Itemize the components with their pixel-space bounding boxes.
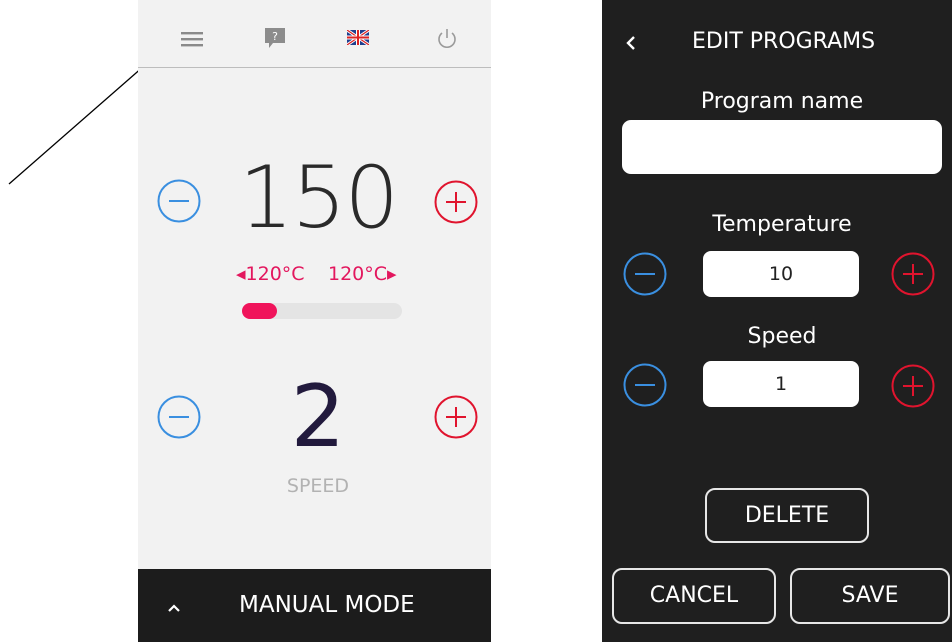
temperature-value: 150 (238, 148, 399, 248)
program-name-label: Program name (700, 89, 864, 114)
temperature-min-label: ◂120°C (236, 263, 305, 285)
delete-button[interactable]: DELETE (705, 488, 869, 543)
temperature-field[interactable]: 10 (703, 251, 859, 297)
program-name-field[interactable] (622, 120, 942, 174)
speed-plus-button[interactable] (434, 395, 478, 439)
chevron-up-icon[interactable] (166, 599, 182, 612)
temperature-plus-button[interactable] (434, 180, 478, 224)
temperature-max-label: 120°C▸ (328, 263, 397, 285)
manual-mode-screen: ? 150 ◂120°C 120°C▸ 2 SPEED MANUAL MODE (138, 0, 491, 642)
speed-plus-button[interactable] (891, 364, 935, 408)
edit-programs-screen: EDIT PROGRAMS Program name Temperature 1… (602, 0, 952, 642)
speed-label: Speed (747, 324, 817, 349)
power-icon[interactable] (436, 27, 458, 49)
uk-flag-icon[interactable] (346, 28, 370, 47)
temperature-label: Temperature (712, 212, 852, 237)
speed-label: SPEED (286, 475, 350, 497)
temperature-plus-button[interactable] (891, 252, 935, 296)
speed-minus-button[interactable] (157, 395, 201, 439)
speed-field[interactable]: 1 (703, 361, 859, 407)
back-chevron-icon[interactable] (624, 34, 638, 52)
temperature-minus-button[interactable] (623, 252, 667, 296)
mode-label: MANUAL MODE (239, 592, 415, 618)
svg-text:?: ? (272, 30, 278, 43)
save-button[interactable]: SAVE (790, 568, 950, 624)
hamburger-menu-icon[interactable] (178, 28, 206, 50)
cancel-button[interactable]: CANCEL (612, 568, 776, 624)
mode-bar[interactable]: MANUAL MODE (138, 569, 491, 642)
temperature-minus-button[interactable] (157, 179, 201, 223)
help-icon[interactable]: ? (263, 26, 287, 50)
page-title: EDIT PROGRAMS (692, 29, 876, 54)
speed-value: 2 (290, 367, 346, 467)
speed-minus-button[interactable] (623, 363, 667, 407)
toolbar-divider (138, 67, 491, 68)
temperature-progress-fill (242, 303, 277, 319)
